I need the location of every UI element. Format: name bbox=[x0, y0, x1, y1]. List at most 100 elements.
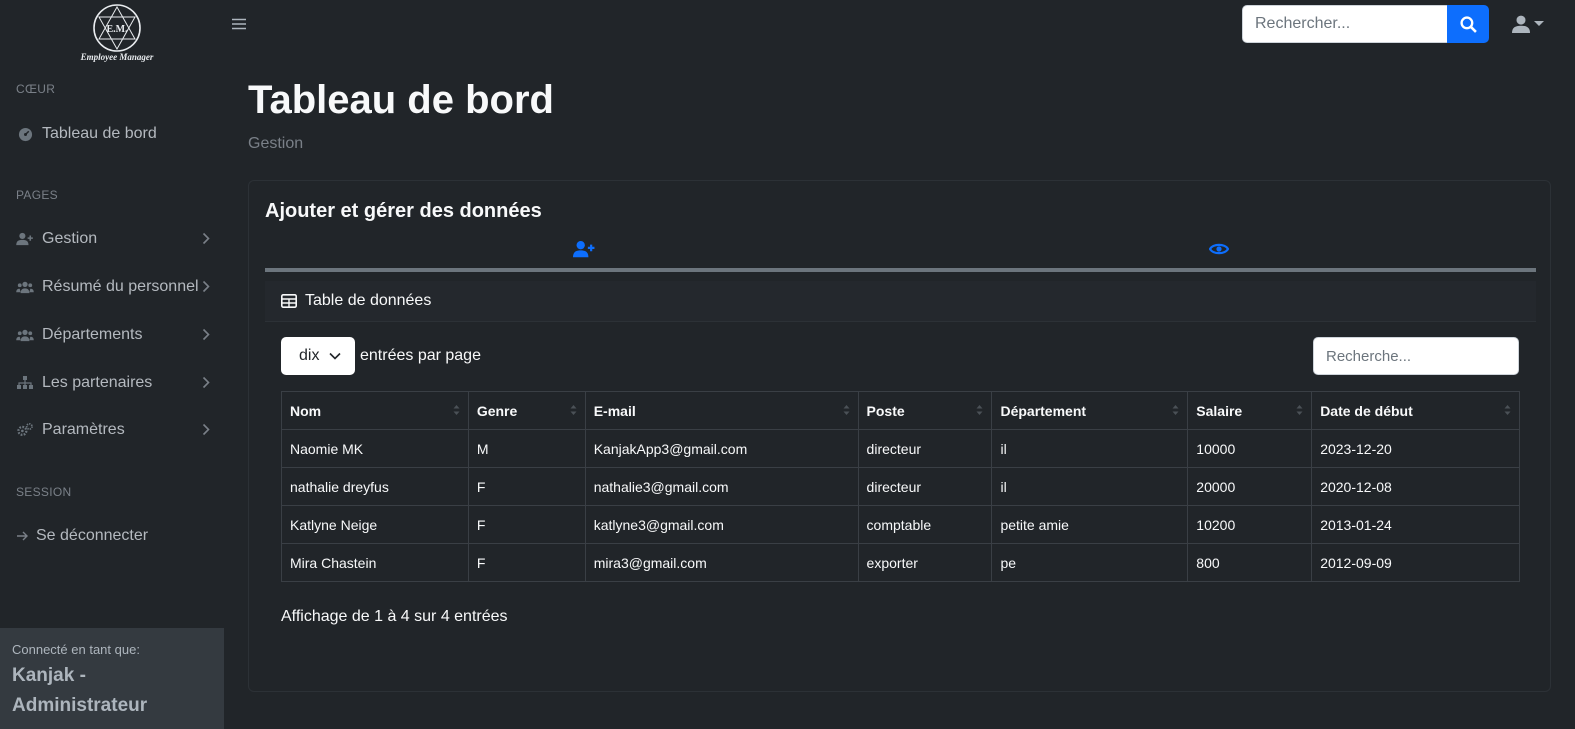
column-header[interactable]: Genre bbox=[467, 391, 586, 430]
top-search-input[interactable] bbox=[1242, 5, 1448, 43]
table-cell: mira3@gmail.com bbox=[584, 543, 859, 582]
chevron-down-icon bbox=[329, 352, 342, 360]
datatable-header: Table de données bbox=[265, 281, 1536, 322]
datatable-header-title: Table de données bbox=[305, 292, 432, 309]
caret-down-icon bbox=[1534, 21, 1544, 26]
column-header-label: Département bbox=[1000, 402, 1087, 419]
sidebar-item-staff-summary[interactable]: Résumé du personnel bbox=[16, 273, 212, 301]
app-logo[interactable]: E.M. Employee Manager bbox=[74, 2, 162, 64]
sidebar-item-label: Tableau de bord bbox=[42, 125, 157, 142]
column-header-label: E-mail bbox=[593, 402, 636, 419]
employee-table: Nom Genre E-mail Poste Département Salaire Dat… bbox=[281, 391, 1520, 582]
table-row: Katlyne Neige Fkatlyne3@gmail.com comptabl… bbox=[281, 505, 1520, 544]
sidebar-item-gestion[interactable]: Gestion bbox=[16, 225, 212, 253]
breadcrumb: Gestion bbox=[248, 135, 304, 152]
sidebar-item-departments[interactable]: Départements bbox=[16, 321, 212, 349]
section-heading-core: CŒUR bbox=[16, 82, 56, 96]
datatable-search-input[interactable] bbox=[1313, 337, 1519, 375]
page-title: Tableau de bord bbox=[248, 78, 554, 122]
sort-icon bbox=[976, 404, 983, 416]
users-icon bbox=[16, 327, 34, 343]
table-cell: 2023-12-20 bbox=[1311, 429, 1520, 468]
gauge-icon bbox=[16, 126, 34, 142]
table-cell: nathalie3@gmail.com bbox=[584, 467, 859, 506]
section-heading-session: SESSION bbox=[16, 485, 72, 499]
entries-per-page-value: dix bbox=[299, 347, 320, 364]
sidebar-item-settings[interactable]: Paramètres bbox=[16, 416, 212, 444]
table-cell: 800 bbox=[1187, 543, 1313, 582]
sort-icon bbox=[1172, 404, 1179, 416]
eye-icon bbox=[1209, 243, 1229, 255]
sidebar-toggle-button[interactable] bbox=[230, 14, 248, 34]
sidebar-item-label: Départements bbox=[42, 326, 143, 343]
logo-caption: Employee Manager bbox=[80, 52, 154, 62]
table-cell: directeur bbox=[857, 429, 993, 468]
column-header[interactable]: Salaire bbox=[1187, 391, 1313, 430]
card-title: Ajouter et gérer des données bbox=[265, 200, 542, 222]
column-header[interactable]: Date de début bbox=[1311, 391, 1520, 430]
table-cell: pe bbox=[991, 543, 1189, 582]
sort-icon bbox=[570, 404, 577, 416]
data-management-card: Ajouter et gérer des données Table de do… bbox=[248, 180, 1551, 692]
table-cell: Katlyne Neige bbox=[281, 505, 469, 544]
sidebar-item-label: Résumé du personnel bbox=[42, 278, 199, 295]
table-cell: 2012-09-09 bbox=[1311, 543, 1520, 582]
table-row: nathalie dreyfus Fnathalie3@gmail.com dire… bbox=[281, 467, 1520, 506]
user-plus-icon bbox=[573, 240, 595, 258]
user-menu-dropdown[interactable] bbox=[1512, 12, 1548, 36]
cogs-icon bbox=[16, 422, 34, 438]
column-header[interactable]: Poste bbox=[857, 391, 993, 430]
sort-icon bbox=[453, 404, 460, 416]
sidebar-footer: Connecté en tant que: Kanjak - Administr… bbox=[0, 628, 224, 729]
table-cell: directeur bbox=[857, 467, 993, 506]
table-cell: 10200 bbox=[1187, 505, 1313, 544]
column-header-label: Date de début bbox=[1320, 402, 1413, 419]
table-cell: petite amie bbox=[991, 505, 1189, 544]
column-header[interactable]: Département bbox=[991, 391, 1189, 430]
hamburger-icon bbox=[232, 18, 246, 30]
table-header-row: Nom Genre E-mail Poste Département Salaire Dat… bbox=[281, 391, 1520, 430]
sidebar-item-partners[interactable]: Les partenaires bbox=[16, 369, 212, 397]
table-cell: Mira Chastein bbox=[281, 543, 469, 582]
table-cell: il bbox=[991, 467, 1189, 506]
table-cell: KanjakApp3@gmail.com bbox=[584, 429, 859, 468]
chevron-right-icon bbox=[202, 423, 210, 441]
column-header-label: Nom bbox=[290, 402, 322, 419]
section-heading-pages: PAGES bbox=[16, 188, 58, 202]
sort-icon bbox=[1504, 404, 1511, 416]
sort-icon bbox=[843, 404, 850, 416]
table-cell: F bbox=[467, 505, 586, 544]
sidebar-item-logout[interactable]: Se déconnecter bbox=[16, 522, 212, 550]
user-plus-icon bbox=[16, 231, 34, 247]
table-row: Mira Chastein Fmira3@gmail.com exporter pe 8… bbox=[281, 543, 1520, 582]
sidebar-item-label: Se déconnecter bbox=[36, 527, 149, 544]
sidebar-item-label: Les partenaires bbox=[42, 374, 153, 391]
column-header-label: Salaire bbox=[1196, 402, 1243, 419]
sidebar: E.M. Employee Manager CŒUR Tableau de bo… bbox=[0, 0, 224, 729]
sidebar-item-dashboard[interactable]: Tableau de bord bbox=[16, 120, 212, 148]
logo-initials: E.M. bbox=[106, 24, 128, 35]
column-header[interactable]: E-mail bbox=[584, 391, 859, 430]
table-icon bbox=[281, 294, 297, 308]
table-row: Naomie MK M KanjakApp3@gmail.com directeur i… bbox=[281, 429, 1520, 468]
table-cell: 10000 bbox=[1187, 429, 1313, 468]
sidebar-item-label: Paramètres bbox=[42, 421, 125, 438]
chevron-right-icon bbox=[202, 328, 210, 346]
tab-view-data[interactable] bbox=[1189, 237, 1249, 261]
column-header[interactable]: Nom bbox=[281, 391, 469, 430]
logo-emblem-icon: E.M. Employee Manager bbox=[80, 4, 154, 62]
search-icon bbox=[1459, 15, 1477, 33]
sort-icon bbox=[1296, 404, 1303, 416]
users-icon bbox=[16, 279, 34, 295]
tab-add-employee[interactable] bbox=[554, 237, 614, 261]
table-cell: M bbox=[467, 429, 586, 468]
logged-in-caption: Connecté en tant que: bbox=[12, 642, 140, 657]
column-header-label: Poste bbox=[866, 402, 905, 419]
table-cell: comptable bbox=[857, 505, 993, 544]
column-header-label: Genre bbox=[476, 402, 518, 419]
table-cell: 2020-12-08 bbox=[1311, 467, 1520, 506]
top-search-button[interactable] bbox=[1447, 5, 1489, 43]
sidebar-item-label: Gestion bbox=[42, 230, 98, 247]
sitemap-icon bbox=[16, 375, 34, 391]
entries-per-page-select[interactable]: dix bbox=[281, 337, 355, 375]
